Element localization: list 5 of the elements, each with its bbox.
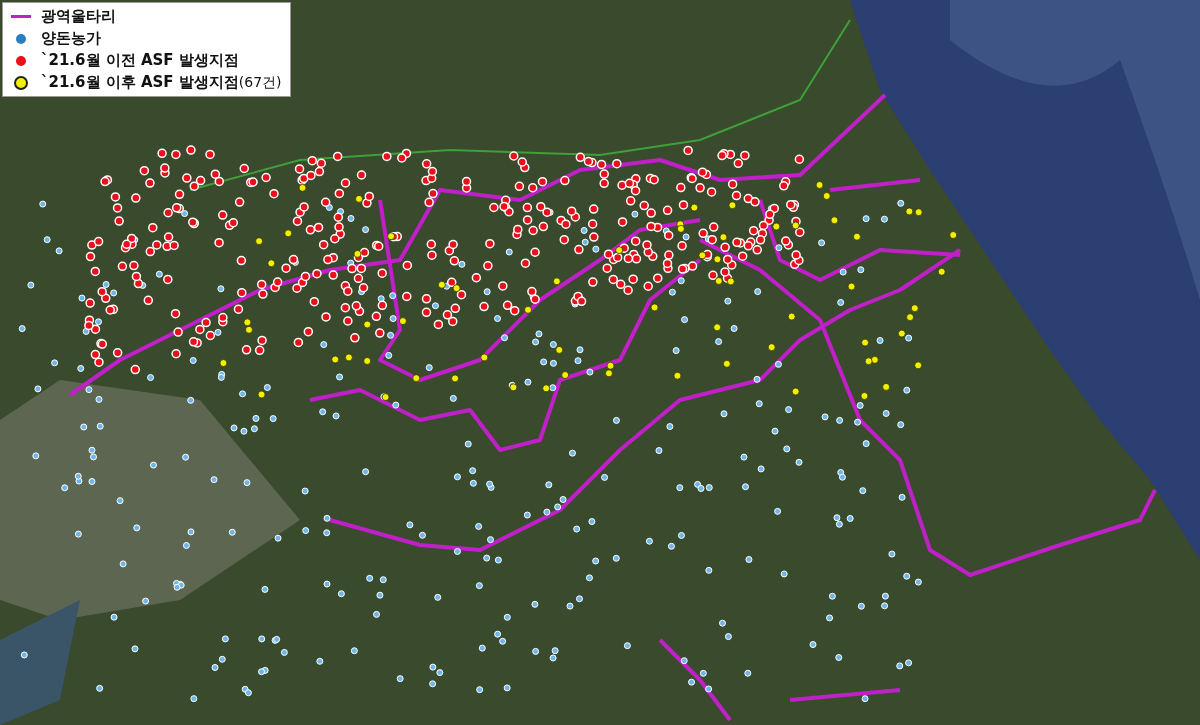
legend-label: 양돈농가 [41, 29, 101, 48]
legend-label: `21.6월 이전 ASF 발생지점 [41, 51, 239, 70]
legend-label: 광역울타리 [41, 7, 116, 26]
legend-count: (67건) [238, 73, 282, 92]
legend-label: `21.6월 이후 ASF 발생지점 [41, 73, 239, 92]
